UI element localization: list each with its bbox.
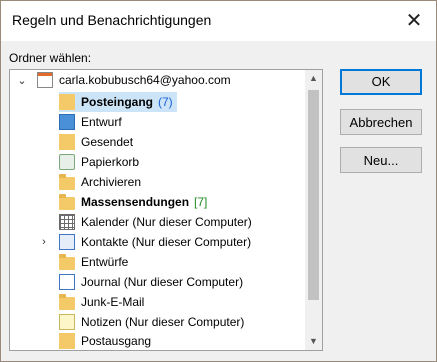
journal-icon [59, 274, 75, 290]
tree-item-kalender[interactable]: Kalender (Nur dieser Computer) [59, 212, 252, 232]
tree-item-archivieren[interactable]: Archivieren [59, 172, 141, 192]
recycle-bin-icon [59, 154, 75, 170]
tree-item-label: Junk-E-Mail [81, 295, 145, 309]
contacts-icon [59, 234, 75, 250]
tree-item-massensendungen[interactable]: Massensendungen [7] [59, 192, 207, 212]
tree-item-label: Archivieren [81, 175, 142, 189]
unread-count: (7) [158, 95, 173, 109]
folder-select-label: Ordner wählen: [9, 51, 92, 65]
tree-item-label: Entwurf [81, 115, 122, 129]
chevron-right-icon[interactable]: › [39, 237, 49, 248]
account-label: carla.kobubusch64@yahoo.com [59, 73, 231, 87]
title-bar: Regeln und Benachrichtigungen ✕ [1, 1, 436, 41]
tree-item-journal[interactable]: Journal (Nur dieser Computer) [59, 272, 243, 292]
new-button[interactable]: Neu... [340, 147, 422, 173]
item-count: [7] [194, 195, 208, 209]
tree-item-entwuerfe[interactable]: Entwürfe [59, 252, 128, 272]
tree-item-postausgang[interactable]: Postausgang [59, 331, 152, 350]
tree-item-notizen[interactable]: Notizen (Nur dieser Computer) [59, 312, 244, 332]
tree-item-label: Journal (Nur dieser Computer) [81, 275, 244, 289]
folder-icon [59, 294, 75, 310]
tree-item-label: Massensendungen [81, 195, 190, 209]
tree-item-label: Notizen (Nur dieser Computer) [81, 315, 245, 329]
tree-item-account[interactable]: carla.kobubusch64@yahoo.com [37, 70, 231, 90]
tree-item-label: Papierkorb [81, 155, 140, 169]
sent-icon [59, 134, 75, 150]
cancel-button[interactable]: Abbrechen [340, 109, 422, 135]
calendar-icon [59, 214, 75, 230]
tree-item-label: Posteingang [81, 95, 154, 109]
folder-icon [59, 254, 75, 270]
tree-item-papierkorb[interactable]: Papierkorb [59, 152, 139, 172]
scroll-up-icon[interactable]: ▲ [305, 70, 322, 87]
close-icon[interactable]: ✕ [402, 9, 426, 33]
tree-item-label: Entwürfe [81, 255, 129, 269]
account-icon [37, 72, 53, 88]
notes-icon [59, 314, 75, 330]
tree-item-label: Postausgang [81, 334, 152, 348]
tree-item-junk[interactable]: Junk-E-Mail [59, 292, 144, 312]
dialog-title: Regeln und Benachrichtigungen [12, 12, 212, 28]
tree-item-label: Kontakte (Nur dieser Computer) [81, 235, 252, 249]
tree-item-gesendet[interactable]: Gesendet [59, 132, 133, 152]
tree-item-posteingang[interactable]: Posteingang (7) [59, 92, 177, 112]
tree-item-label: Kalender (Nur dieser Computer) [81, 215, 252, 229]
scroll-thumb[interactable] [308, 90, 319, 300]
outbox-icon [59, 333, 75, 349]
folder-icon [59, 174, 75, 190]
ok-button[interactable]: OK [340, 69, 422, 95]
scroll-down-icon[interactable]: ▼ [305, 333, 322, 350]
spam-folder-icon [59, 194, 75, 210]
tree-item-label: Gesendet [81, 135, 134, 149]
tree-item-entwurf[interactable]: Entwurf [59, 112, 122, 132]
vertical-scrollbar[interactable]: ▲ ▼ [305, 70, 322, 350]
tree-item-kontakte[interactable]: Kontakte (Nur dieser Computer) [59, 232, 251, 252]
rules-dialog: Regeln und Benachrichtigungen ✕ Ordner w… [0, 0, 437, 362]
folder-tree[interactable]: ⌄ carla.kobubusch64@yahoo.com Posteingan… [9, 69, 323, 351]
inbox-icon [59, 94, 75, 110]
chevron-down-icon[interactable]: ⌄ [17, 76, 27, 87]
drafts-icon [59, 114, 75, 130]
